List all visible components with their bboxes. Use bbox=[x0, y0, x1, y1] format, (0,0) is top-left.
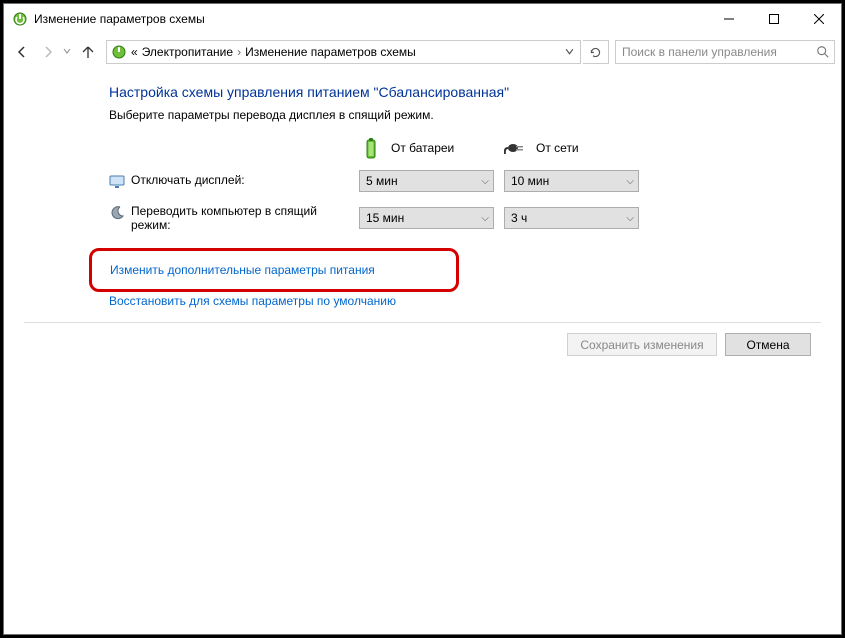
highlight-box: Изменить дополнительные параметры питани… bbox=[89, 248, 459, 292]
refresh-button[interactable] bbox=[583, 40, 609, 64]
nav-back-button[interactable] bbox=[10, 40, 34, 64]
page-subtitle: Выберите параметры перевода дисплея в сп… bbox=[109, 108, 801, 122]
column-battery-label: От батареи bbox=[391, 141, 454, 155]
search-icon bbox=[816, 45, 830, 59]
row-sleep-label: Переводить компьютер в спящий режим: bbox=[131, 204, 359, 232]
maximize-button[interactable] bbox=[751, 4, 796, 34]
sleep-ac-value: 3 ч bbox=[511, 211, 626, 225]
sleep-ac-combo[interactable]: 3 ч ⌵ bbox=[504, 207, 639, 229]
sleep-battery-combo[interactable]: 15 мин ⌵ bbox=[359, 207, 494, 229]
minimize-button[interactable] bbox=[706, 4, 751, 34]
plug-icon bbox=[504, 136, 528, 160]
nav-history-dropdown[interactable] bbox=[62, 47, 72, 57]
page-title: Настройка схемы управления питанием "Сба… bbox=[109, 84, 801, 100]
window: Изменение параметров схемы bbox=[3, 3, 842, 635]
breadcrumb-edit-plan[interactable]: Изменение параметров схемы bbox=[245, 45, 416, 59]
nav-up-button[interactable] bbox=[76, 40, 100, 64]
nav-row: « Электропитание › Изменение параметров … bbox=[4, 34, 841, 70]
restore-defaults-link[interactable]: Восстановить для схемы параметры по умол… bbox=[109, 294, 396, 308]
chevron-down-icon: ⌵ bbox=[626, 176, 634, 187]
chevron-right-icon[interactable]: › bbox=[233, 45, 245, 59]
search-box[interactable] bbox=[615, 40, 835, 64]
column-ac-label: От сети bbox=[536, 141, 579, 155]
sleep-battery-value: 15 мин bbox=[366, 211, 481, 225]
column-headers: От батареи От сети bbox=[109, 136, 801, 160]
nav-forward-button[interactable] bbox=[36, 40, 60, 64]
window-title: Изменение параметров схемы bbox=[34, 12, 205, 26]
save-button: Сохранить изменения bbox=[567, 333, 717, 356]
advanced-settings-link[interactable]: Изменить дополнительные параметры питани… bbox=[110, 263, 375, 277]
address-dropdown-button[interactable] bbox=[560, 45, 578, 59]
row-display-off: Отключать дисплей: 5 мин ⌵ 10 мин ⌵ bbox=[109, 170, 801, 192]
search-input[interactable] bbox=[620, 44, 816, 60]
address-bar[interactable]: « Электропитание › Изменение параметров … bbox=[106, 40, 581, 64]
cancel-button[interactable]: Отмена bbox=[725, 333, 811, 356]
chevron-down-icon: ⌵ bbox=[481, 176, 489, 187]
content: Настройка схемы управления питанием "Сба… bbox=[4, 70, 841, 634]
column-ac: От сети bbox=[504, 136, 649, 160]
chevron-down-icon: ⌵ bbox=[626, 213, 634, 224]
titlebar: Изменение параметров схемы bbox=[4, 4, 841, 34]
power-options-icon bbox=[12, 11, 28, 27]
window-controls bbox=[706, 4, 841, 34]
display-off-battery-value: 5 мин bbox=[366, 174, 481, 188]
battery-icon bbox=[359, 136, 383, 160]
column-battery: От батареи bbox=[359, 136, 504, 160]
power-options-icon bbox=[111, 44, 127, 60]
display-off-ac-combo[interactable]: 10 мин ⌵ bbox=[504, 170, 639, 192]
row-sleep: Переводить компьютер в спящий режим: 15 … bbox=[109, 204, 801, 232]
row-display-off-label: Отключать дисплей: bbox=[131, 173, 245, 187]
monitor-icon bbox=[109, 174, 125, 190]
display-off-battery-combo[interactable]: 5 мин ⌵ bbox=[359, 170, 494, 192]
chevron-down-icon: ⌵ bbox=[481, 213, 489, 224]
display-off-ac-value: 10 мин bbox=[511, 174, 626, 188]
breadcrumb-power[interactable]: Электропитание bbox=[142, 45, 233, 59]
close-button[interactable] bbox=[796, 4, 841, 34]
breadcrumb-prefix: « bbox=[131, 45, 138, 59]
moon-icon bbox=[109, 205, 125, 221]
footer-buttons: Сохранить изменения Отмена bbox=[4, 323, 841, 356]
